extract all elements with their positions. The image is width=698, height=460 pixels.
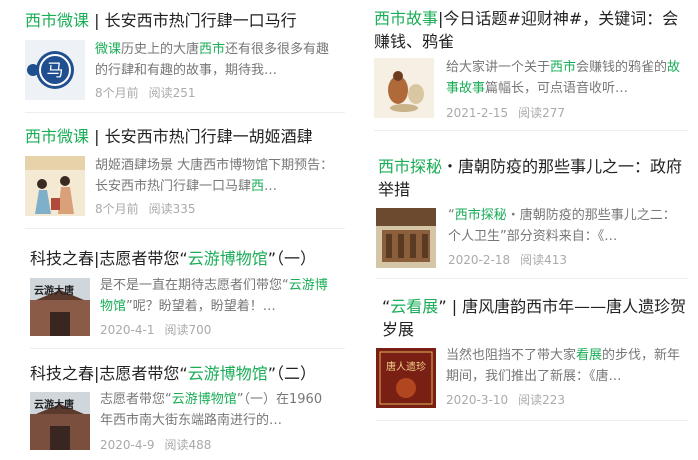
divider [25,112,345,113]
highlighted-keyword: 云游博物馆 [171,392,237,407]
highlighted-keyword: 西市 [550,60,577,75]
article-snippet: 当然也阻挡不了带大家看展的步伐，新年期间，我们推出了新展：《唐… [446,345,686,387]
article-read-count: 阅读488 [164,438,212,452]
article-title[interactable]: 西市微课 | 长安西市热门行肆一胡姬酒肆 [25,125,345,148]
divider [25,228,345,229]
article-snippet: 给大家讲一个关于西市会赚钱的鸦雀的故事故事篇幅长，可点语音收听… [446,57,686,99]
article-title[interactable]: 科技之春|志愿者带您“云游博物馆”（二） [30,362,345,385]
highlighted-keyword: 西市故事 [374,9,439,28]
divider [376,278,688,279]
article-date: 2020-3-10 [446,393,509,407]
article-meta: 2020-4-1 阅读700 [100,321,211,338]
text-run: 历史上的大唐 [121,42,200,57]
text-run: ”（二） [267,364,316,383]
highlighted-keyword: 看展 [576,348,603,363]
article-snippet: 胡姬酒肆场景 大唐西市博物馆下期预告：长安西市热门行肆一口马肆西… [95,155,335,197]
text-run: | 长安西市热门行肆一口马行 [89,11,297,30]
museum-building-thumbnail: 云游大唐 [30,278,90,338]
museum-building-image: 云游大唐 [30,278,90,336]
text-run: 当然也阻挡不了带大家 [446,348,577,363]
article-snippet: 微课历史上的大唐西市还有很多很多有趣的行肆和有趣的故事，期待我… [95,39,335,81]
divider [30,348,345,349]
text-run: 是不是一直在期待志愿者们带您“ [100,278,289,293]
article-title[interactable]: 西市探秘・唐朝防疫的那些事儿之一：政府举措 [378,155,683,201]
thumbnail-caption: 唐人遗珍 [386,360,426,373]
article-meta: 2021-2-15 阅读277 [446,104,565,121]
tavern-painting-thumbnail [25,156,85,216]
text-run: | 长安西市热门行肆一胡姬酒肆 [89,127,313,146]
article-meta: 2020-4-9 阅读488 [100,436,211,453]
article-read-count: 阅读223 [518,393,566,407]
highlighted-keyword: 云看展 [390,297,439,316]
museum-hall-thumbnail [376,208,436,268]
text-run: “ [448,208,455,223]
text-run: 胡姬酒肆场景 大唐西市博物馆下期预告：长安西市热门行肆一口马肆 [95,158,334,194]
article-date: 2020-2-18 [448,253,511,267]
text-run: 会赚钱的鸦雀的 [576,60,668,75]
article-snippet: “西市探秘・唐朝防疫的那些事儿之二：个人卫生”部分资料来自：《… [448,205,688,247]
highlighted-keyword: 西市 [199,42,226,57]
article-read-count: 阅读413 [520,253,568,267]
text-run: 科技之春|志愿者带您“ [30,364,188,383]
magpie-illustration-image [374,58,434,118]
highlighted-keyword: 西市微课 [25,11,90,30]
highlighted-keyword: 云游博物馆 [187,249,268,268]
article-date: 8个月前 [95,202,139,216]
thumbnail-caption: 云游大唐 [34,398,74,411]
article-meta: 2020-3-10 阅读223 [446,391,565,408]
article-read-count: 阅读251 [148,86,196,100]
tavern-painting-image [25,156,85,216]
divider [374,130,688,131]
museum-building-thumbnail: 云游大唐 [30,392,90,452]
article-snippet: 志愿者带您“云游博物馆”（一）在1960年西市南大街东端路南进行的… [100,389,335,431]
horse-mark-image: 马 [25,40,85,100]
article-snippet: 是不是一直在期待志愿者们带您“云游博物馆”呢？盼望着，盼望着！… [100,275,335,317]
article-title[interactable]: 西市故事|今日话题#迎财神#，关键词：会赚钱、鸦雀 [374,7,679,53]
museum-building-image: 云游大唐 [30,392,90,450]
text-run: ”呢？盼望着，盼望着！… [126,299,276,314]
horse-mark-thumbnail: 马 [25,40,85,100]
article-read-count: 阅读335 [148,202,196,216]
museum-hall-image [376,208,436,268]
article-title[interactable]: “云看展” | 唐风唐韵西市年——唐人遗珍贺岁展 [382,295,687,341]
article-date: 8个月前 [95,86,139,100]
article-date: 2020-4-9 [100,438,155,452]
exhibition-poster-image: 唐人遗珍 [376,348,436,408]
article-title[interactable]: 科技之春|志愿者带您“云游博物馆”（一） [30,247,345,270]
thumbnail-glyph: 马 [47,61,64,81]
text-run: 志愿者带您“ [100,392,172,407]
text-run: 给大家讲一个关于 [446,60,551,75]
magpie-illustration-thumbnail [374,58,434,118]
thumbnail-caption: 云游大唐 [34,284,74,297]
article-date: 2021-2-15 [446,106,509,120]
highlighted-keyword: 西市微课 [25,127,90,146]
article-meta: 8个月前 阅读251 [95,84,196,101]
highlighted-keyword: 西 [251,179,265,194]
article-title[interactable]: 西市微课 | 长安西市热门行肆一口马行 [25,9,345,32]
highlighted-keyword: 微课 [95,42,122,57]
article-date: 2020-4-1 [100,323,155,337]
article-meta: 8个月前 阅读335 [95,200,196,217]
article-read-count: 阅读700 [164,323,212,337]
divider [376,420,688,421]
highlighted-keyword: 西市探秘 [454,208,507,223]
highlighted-keyword: 西市探秘 [378,157,443,176]
highlighted-keyword: 云游博物馆 [187,364,268,383]
text-run: 篇幅长，可点语音收听… [485,81,629,96]
text-run: … [264,179,278,194]
text-run: ”（一） [267,249,316,268]
exhibition-poster-thumbnail: 唐人遗珍 [376,348,436,408]
text-run: 科技之春|志愿者带您“ [30,249,188,268]
article-read-count: 阅读277 [518,106,566,120]
article-meta: 2020-2-18 阅读413 [448,251,567,268]
